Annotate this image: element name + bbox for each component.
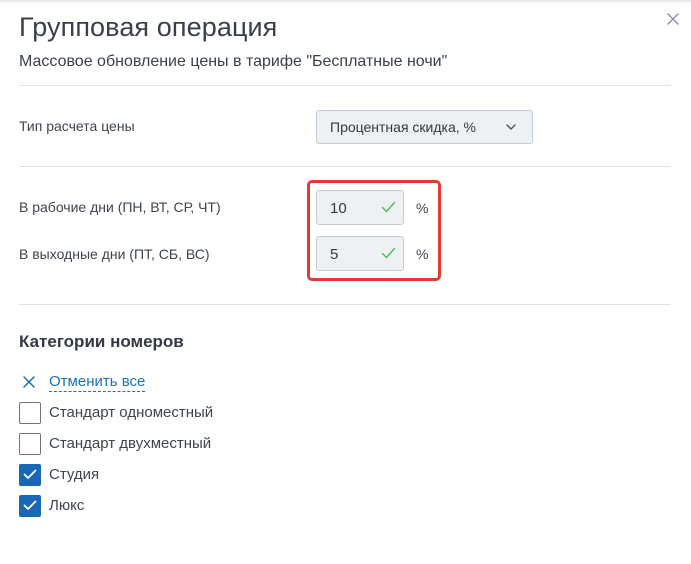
room-category-item[interactable]: Стандарт одноместный <box>19 402 319 424</box>
close-icon <box>667 13 679 25</box>
highlight-box <box>307 180 441 281</box>
close-button[interactable] <box>664 10 682 28</box>
room-categories-title: Категории номеров <box>19 332 184 351</box>
price-calc-selected-value: Процентная скидка, % <box>330 119 476 135</box>
room-category-label: Студия <box>49 466 100 483</box>
weekends-label: В выходные дни (ПТ, СБ, ВС) <box>19 246 210 262</box>
room-category-label: Стандарт одноместный <box>49 404 214 421</box>
dialog-title: Групповая операция <box>19 12 278 42</box>
checkmark-icon <box>23 500 37 510</box>
cancel-icon <box>23 376 35 388</box>
room-category-label: Стандарт двухместный <box>49 435 212 452</box>
cancel-all-label: Отменить все <box>49 373 146 392</box>
dialog-subtitle: Массовое обновление цены в тарифе "Беспл… <box>19 53 448 70</box>
divider <box>19 85 671 86</box>
price-calc-label: Тип расчета цены <box>19 118 135 134</box>
price-calc-select[interactable]: Процентная скидка, % <box>316 110 533 144</box>
chevron-down-icon <box>506 124 516 130</box>
weekdays-label: В рабочие дни (ПН, ВТ, СР, ЧТ) <box>19 199 221 215</box>
room-category-item[interactable]: Студия <box>19 464 319 486</box>
room-category-label: Люкс <box>49 497 85 514</box>
checkbox[interactable] <box>19 464 41 486</box>
divider <box>19 166 671 167</box>
room-category-item[interactable]: Люкс <box>19 495 319 517</box>
room-category-item[interactable]: Стандарт двухместный <box>19 433 319 455</box>
checkbox[interactable] <box>19 495 41 517</box>
top-edge-shadow <box>0 0 691 4</box>
checkbox[interactable] <box>19 433 41 455</box>
checkmark-icon <box>23 469 37 479</box>
checkbox[interactable] <box>19 402 41 424</box>
divider <box>19 304 671 305</box>
